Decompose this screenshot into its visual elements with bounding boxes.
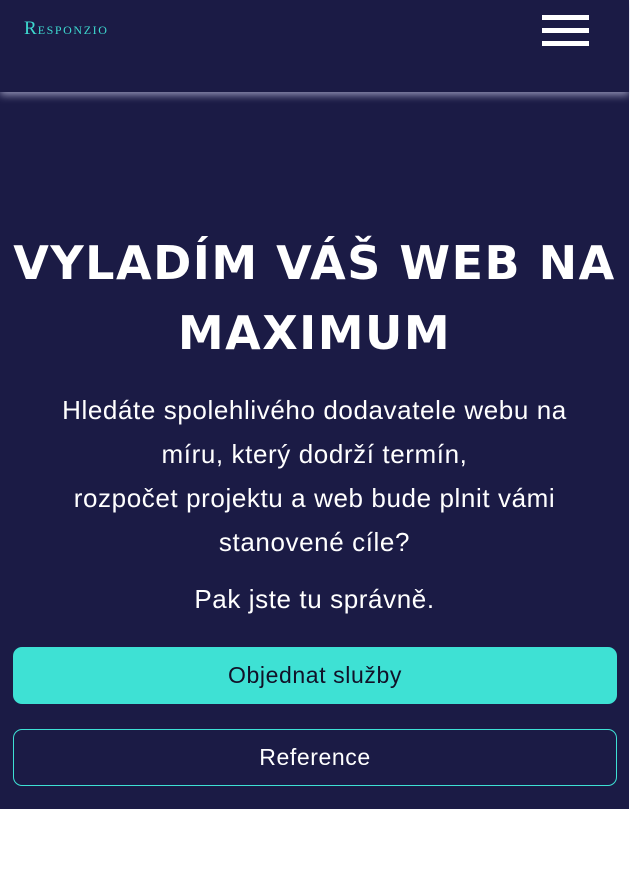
logo[interactable]: RESPONZIO	[24, 19, 109, 38]
hero-section: RESPONZIO VYLADÍM VÁŠ WEB NA MAXIMUM Hle…	[0, 0, 629, 809]
hamburger-menu-icon[interactable]	[540, 15, 590, 49]
menu-bar-bottom	[542, 41, 589, 46]
lead-line-3: rozpočet projektu a web bude plnit vámi	[73, 483, 556, 513]
lead-line-2: míru, který dodrží termín,	[161, 439, 468, 469]
lead-line-4: stanovené cíle?	[218, 527, 411, 557]
logo-initial: R	[24, 18, 38, 39]
menu-bar-top	[542, 15, 589, 20]
headline-line-2: MAXIMUM	[177, 306, 452, 360]
top-navigation: RESPONZIO	[0, 0, 629, 92]
lead-line-1: Hledáte spolehlivého dodavatele webu na	[62, 395, 567, 425]
hero-tagline: Pak jste tu správně.	[194, 584, 435, 614]
page: RESPONZIO VYLADÍM VÁŠ WEB NA MAXIMUM Hle…	[0, 0, 630, 879]
order-services-button[interactable]: Objednat služby	[13, 647, 617, 704]
headline-line-1: VYLADÍM VÁŠ WEB NA	[13, 236, 616, 290]
reference-button[interactable]: Reference	[13, 729, 617, 786]
logo-text: ESPONZIO	[37, 23, 109, 37]
hero-headline: VYLADÍM VÁŠ WEB NA MAXIMUM	[0, 228, 629, 368]
menu-bar-middle	[542, 28, 589, 33]
hero-lead-text: Hledáte spolehlivého dodavatele webu na …	[10, 388, 619, 564]
